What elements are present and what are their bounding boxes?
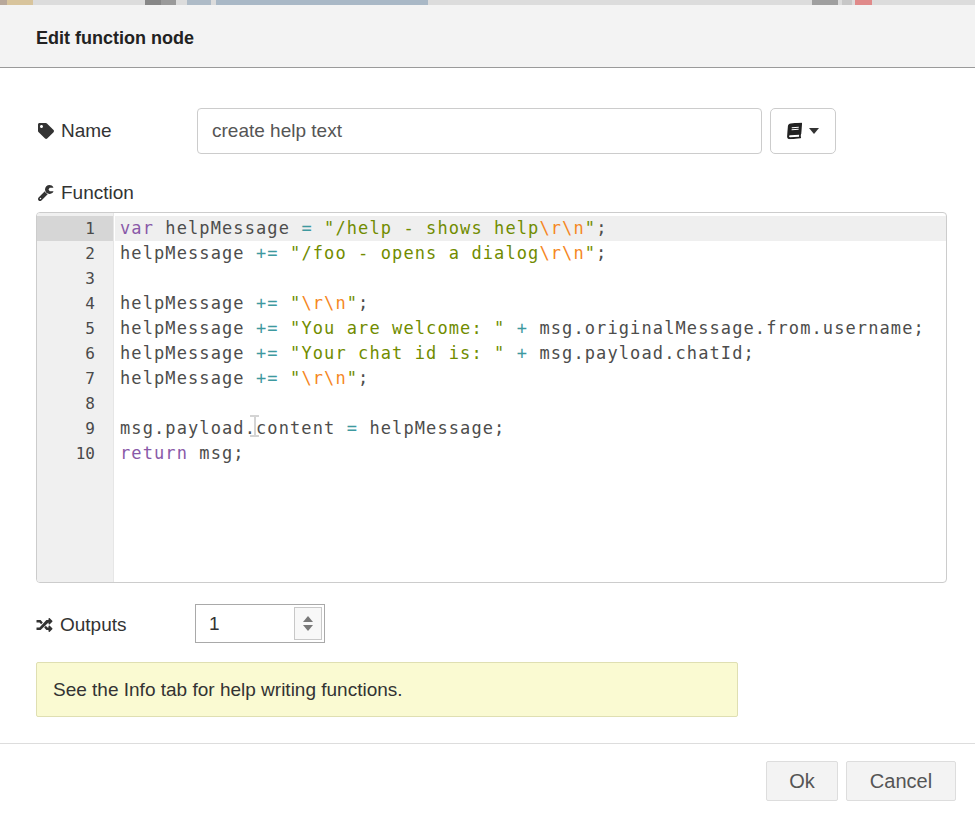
line-number: 9 [37, 416, 113, 441]
name-label: Name [61, 120, 112, 142]
line-number: 10 [37, 441, 113, 466]
form-tip-text: See the Info tab for help writing functi… [53, 663, 403, 716]
outputs-label-row: Outputs [36, 614, 127, 636]
dialog-title: Edit function node [36, 28, 194, 49]
spinner-up-icon[interactable] [303, 616, 313, 622]
footer-divider [0, 743, 975, 744]
code-line: var helpMessage = "/help - shows help\r\… [115, 216, 946, 241]
line-number: 7 [37, 366, 113, 391]
outputs-spinner[interactable]: 1 [195, 604, 325, 643]
name-input[interactable] [197, 108, 762, 154]
ok-button[interactable]: Ok [766, 761, 838, 801]
spinner-buttons[interactable] [294, 607, 322, 640]
line-number: 8 [37, 391, 113, 416]
function-label-row: Function [38, 182, 134, 204]
code-editor[interactable]: 12345678910 var helpMessage = "/help - s… [36, 212, 947, 583]
text-cursor [248, 415, 261, 439]
library-button[interactable] [770, 108, 836, 154]
outputs-label: Outputs [60, 614, 127, 636]
shuffle-icon [36, 617, 53, 633]
name-label-row: Name [38, 120, 112, 142]
caret-down-icon [809, 128, 819, 134]
code-line [115, 391, 946, 416]
book-icon [786, 122, 802, 139]
form-tip: See the Info tab for help writing functi… [36, 662, 738, 717]
function-label: Function [61, 182, 134, 204]
line-number: 3 [37, 266, 113, 291]
line-number: 5 [37, 316, 113, 341]
code-line: msg.payload.content = helpMessage; [115, 416, 946, 441]
outputs-value: 1 [209, 605, 220, 642]
line-number: 4 [37, 291, 113, 316]
code-line: helpMessage += "You are welcome: " + msg… [115, 316, 946, 341]
code-line: helpMessage += "\r\n"; [115, 366, 946, 391]
editor-gutter: 12345678910 [37, 213, 114, 582]
tag-icon [38, 123, 54, 139]
line-number: 2 [37, 241, 113, 266]
code-line: return msg; [115, 441, 946, 466]
code-line: helpMessage += "/foo - opens a dialog\r\… [115, 241, 946, 266]
wrench-icon [38, 185, 54, 201]
cancel-button[interactable]: Cancel [846, 761, 956, 801]
line-number: 1 [37, 216, 113, 241]
dialog-header: Edit function node [0, 5, 975, 68]
code-line: helpMessage += "Your chat id is: " + msg… [115, 341, 946, 366]
code-line [115, 266, 946, 291]
line-number: 6 [37, 341, 113, 366]
code-line: helpMessage += "\r\n"; [115, 291, 946, 316]
spinner-down-icon[interactable] [303, 625, 313, 631]
